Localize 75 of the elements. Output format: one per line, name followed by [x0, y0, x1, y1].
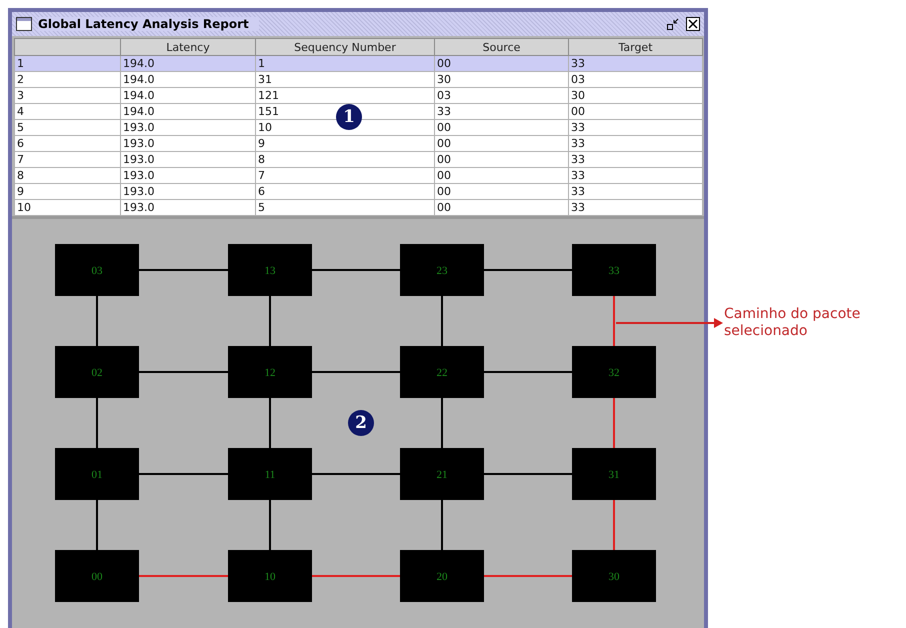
network-node[interactable]: 21 — [400, 448, 484, 500]
table-cell[interactable]: 8 — [14, 168, 120, 184]
table-cell[interactable]: 5 — [14, 120, 120, 136]
table-cell[interactable]: 7 — [256, 168, 434, 184]
table-cell[interactable]: 8 — [256, 152, 434, 168]
network-node[interactable]: 20 — [400, 550, 484, 602]
table-cell[interactable]: 33 — [568, 120, 702, 136]
table-cell[interactable]: 193.0 — [120, 168, 256, 184]
minimize-icon[interactable] — [666, 17, 680, 31]
table-cell[interactable]: 4 — [14, 104, 120, 120]
table-cell[interactable]: 2 — [14, 72, 120, 88]
network-node[interactable]: 32 — [572, 346, 656, 398]
number-badge: 2 — [348, 410, 374, 436]
window-title: Global Latency Analysis Report — [38, 17, 259, 31]
network-node[interactable]: 12 — [228, 346, 312, 398]
column-header[interactable]: Sequency Number — [256, 38, 434, 56]
column-header[interactable]: Latency — [120, 38, 256, 56]
table-cell[interactable]: 194.0 — [120, 72, 256, 88]
network-node[interactable]: 10 — [228, 550, 312, 602]
window-icon — [16, 17, 32, 31]
table-cell[interactable]: 193.0 — [120, 184, 256, 200]
network-node[interactable]: 01 — [55, 448, 139, 500]
table-cell[interactable]: 30 — [434, 72, 568, 88]
table-cell[interactable]: 33 — [434, 104, 568, 120]
table-cell[interactable]: 7 — [14, 152, 120, 168]
callout-text: Caminho do pacote selecionado — [724, 306, 862, 340]
table-cell[interactable]: 33 — [568, 56, 702, 72]
table-cell[interactable]: 31 — [256, 72, 434, 88]
network-node[interactable]: 13 — [228, 244, 312, 296]
table-cell[interactable]: 194.0 — [120, 104, 256, 120]
table-cell[interactable]: 9 — [14, 184, 120, 200]
table-cell[interactable]: 33 — [568, 152, 702, 168]
table-cell[interactable]: 33 — [568, 168, 702, 184]
table-cell[interactable]: 00 — [434, 136, 568, 152]
network-node[interactable]: 02 — [55, 346, 139, 398]
network-node[interactable]: 23 — [400, 244, 484, 296]
network-node[interactable]: 33 — [572, 244, 656, 296]
table-cell[interactable]: 121 — [256, 88, 434, 104]
table-cell[interactable]: 193.0 — [120, 200, 256, 216]
table-cell[interactable]: 00 — [568, 104, 702, 120]
table-cell[interactable]: 03 — [434, 88, 568, 104]
table-cell[interactable]: 33 — [568, 184, 702, 200]
table-cell[interactable]: 6 — [256, 184, 434, 200]
table-cell[interactable]: 00 — [434, 152, 568, 168]
table-cell[interactable]: 194.0 — [120, 56, 256, 72]
table-cell[interactable]: 00 — [434, 120, 568, 136]
table-cell[interactable]: 194.0 — [120, 88, 256, 104]
table-cell[interactable]: 6 — [14, 136, 120, 152]
table-cell[interactable]: 193.0 — [120, 136, 256, 152]
table-cell[interactable]: 5 — [256, 200, 434, 216]
table-cell[interactable]: 03 — [568, 72, 702, 88]
table-cell[interactable]: 1 — [14, 56, 120, 72]
table-cell[interactable]: 00 — [434, 184, 568, 200]
table-cell[interactable]: 9 — [256, 136, 434, 152]
column-header[interactable]: Source — [434, 38, 568, 56]
table-cell[interactable]: 3 — [14, 88, 120, 104]
network-node[interactable]: 31 — [572, 448, 656, 500]
network-node[interactable]: 03 — [55, 244, 139, 296]
table-cell[interactable]: 10 — [14, 200, 120, 216]
network-node[interactable]: 11 — [228, 448, 312, 500]
network-node[interactable]: 22 — [400, 346, 484, 398]
table-cell[interactable]: 30 — [568, 88, 702, 104]
table-cell[interactable]: 1 — [256, 56, 434, 72]
table-cell[interactable]: 33 — [568, 136, 702, 152]
table-cell[interactable]: 33 — [568, 200, 702, 216]
table-cell[interactable]: 193.0 — [120, 152, 256, 168]
network-node[interactable]: 00 — [55, 550, 139, 602]
table-cell[interactable]: 00 — [434, 200, 568, 216]
table-cell[interactable]: 00 — [434, 56, 568, 72]
close-icon[interactable] — [686, 17, 700, 31]
table-cell[interactable]: 00 — [434, 168, 568, 184]
network-node[interactable]: 30 — [572, 550, 656, 602]
column-header[interactable]: Target — [568, 38, 702, 56]
header-cell[interactable] — [14, 38, 120, 56]
table-cell[interactable]: 193.0 — [120, 120, 256, 136]
